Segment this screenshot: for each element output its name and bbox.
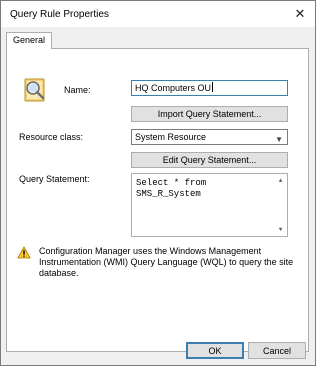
text-caret <box>212 82 214 92</box>
query-rule-properties-dialog: Query Rule Properties ✕ General Name: HQ… <box>0 0 316 366</box>
cancel-button[interactable]: Cancel <box>248 342 306 359</box>
edit-query-statement-button[interactable]: Edit Query Statement... <box>131 152 288 168</box>
scroll-up-icon[interactable]: ▲ <box>275 175 286 186</box>
import-query-statement-button[interactable]: Import Query Statement... <box>131 106 288 122</box>
query-statement-textarea[interactable]: Select * from SMS_R_System ▲ ▼ <box>131 173 288 237</box>
resource-class-dropdown[interactable]: System Resource ▼ <box>131 129 288 145</box>
name-label: Name: <box>64 85 91 95</box>
name-field[interactable]: HQ Computers OU <box>131 80 288 96</box>
resource-class-label: Resource class: <box>19 132 84 142</box>
tab-general[interactable]: General <box>6 32 53 49</box>
chevron-down-icon[interactable]: ▼ <box>275 133 283 147</box>
query-statement-label: Query Statement: <box>19 174 90 184</box>
title-bar[interactable]: Query Rule Properties ✕ <box>1 1 315 27</box>
warning-icon <box>17 246 31 259</box>
wql-info-message: Configuration Manager uses the Windows M… <box>39 246 294 278</box>
scroll-down-icon[interactable]: ▼ <box>275 224 286 235</box>
window-title: Query Rule Properties <box>10 9 109 20</box>
query-rule-icon <box>24 78 45 102</box>
resource-class-value: System Resource <box>135 132 207 142</box>
ok-button[interactable]: OK <box>186 342 244 359</box>
general-tab-panel: Name: HQ Computers OU Import Query State… <box>6 48 309 352</box>
close-icon[interactable]: ✕ <box>291 5 309 23</box>
query-statement-text: Select * from SMS_R_System <box>136 178 207 199</box>
name-field-value: HQ Computers OU <box>135 83 212 93</box>
dialog-client-area: General Name: HQ Computers OU Import Que… <box>1 27 315 365</box>
